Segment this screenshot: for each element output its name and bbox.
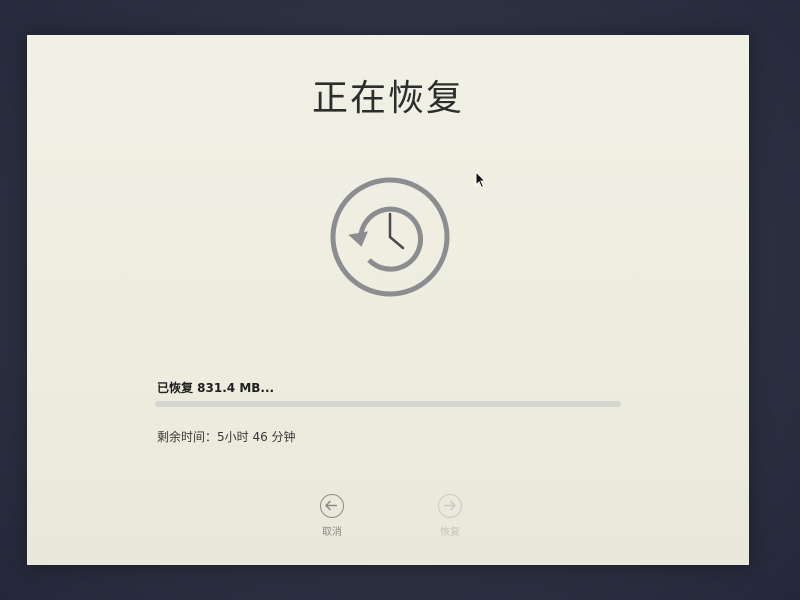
- continue-button[interactable]: 恢复: [428, 494, 472, 538]
- recovery-screen: 正在恢复 已恢复 831.4 MB... 剩余时间：5小时 46 分钟 取消 恢…: [27, 35, 749, 565]
- page-title: 正在恢复: [311, 78, 464, 119]
- progress-bar: [155, 401, 621, 407]
- mouse-pointer-icon: [475, 171, 487, 189]
- continue-button-label: 恢复: [440, 527, 460, 538]
- arrow-left-circle-icon: [320, 494, 344, 518]
- restored-amount-label: 已恢复 831.4 MB...: [157, 381, 275, 395]
- back-button[interactable]: 取消: [310, 494, 354, 538]
- back-button-label: 取消: [322, 527, 342, 538]
- arrow-right-circle-icon: [438, 494, 462, 518]
- time-machine-restore-icon: [330, 177, 450, 297]
- time-remaining-label: 剩余时间：5小时 46 分钟: [157, 430, 296, 444]
